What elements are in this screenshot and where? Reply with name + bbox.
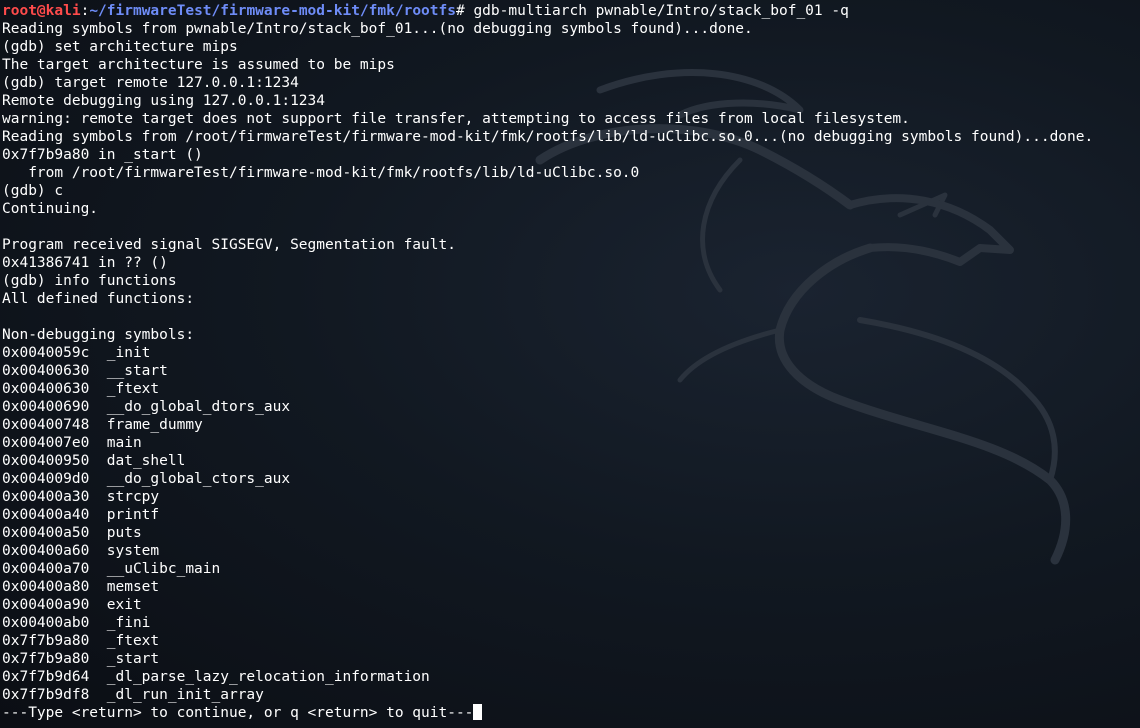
output-line: (gdb) target remote 127.0.0.1:1234 — [2, 75, 299, 91]
output-line: Remote debugging using 127.0.0.1:1234 — [2, 93, 326, 109]
text-cursor[interactable] — [473, 704, 483, 720]
prompt-line: root@kali:~/firmwareTest/firmware-mod-ki… — [2, 2, 1093, 20]
prompt-separator: : — [80, 3, 90, 19]
output-line: All defined functions: — [2, 291, 195, 307]
output-line: 0x0040059c _init — [2, 345, 151, 361]
output-line: 0x00400a60 system — [2, 543, 160, 559]
output-line: Program received signal SIGSEGV, Segment… — [2, 237, 456, 253]
output-line: 0x00400a80 memset — [2, 579, 160, 595]
output-line: 0x7f7b9df8 _dl_run_init_array — [2, 687, 264, 703]
output-line: 0x00400950 dat_shell — [2, 453, 186, 469]
prompt-path: ~/firmwareTest/firmware-mod-kit/fmk/root… — [89, 3, 456, 19]
prompt-symbol: # — [455, 3, 474, 19]
output-line: 0x00400630 _ftext — [2, 381, 160, 397]
output-line: Continuing. — [2, 201, 99, 217]
output-line: 0x7f7b9a80 in _start () — [2, 147, 203, 163]
terminal-window[interactable]: root@kali:~/firmwareTest/firmware-mod-ki… — [0, 0, 1140, 728]
output-line: 0x00400630 __start — [2, 363, 168, 379]
pager-line[interactable]: ---Type <return> to continue, or q <retu… — [2, 704, 1093, 722]
output-line: 0x004009d0 __do_global_ctors_aux — [2, 471, 291, 487]
output-line: The target architecture is assumed to be… — [2, 57, 395, 73]
output-line: 0x7f7b9a80 _ftext — [2, 633, 160, 649]
output-line: Non-debugging symbols: — [2, 327, 195, 343]
output-line: 0x00400a30 strcpy — [2, 489, 160, 505]
output-line: 0x00400a90 exit — [2, 597, 142, 613]
output-line: warning: remote target does not support … — [2, 111, 910, 127]
output-line: 0x004007e0 main — [2, 435, 142, 451]
output-line: 0x00400a50 puts — [2, 525, 142, 541]
output-line: 0x00400748 frame_dummy — [2, 417, 203, 433]
output-line: 0x00400ab0 _fini — [2, 615, 151, 631]
output-line: Reading symbols from /root/firmwareTest/… — [2, 129, 1094, 145]
output-line: 0x00400690 __do_global_dtors_aux — [2, 399, 291, 415]
output-line: 0x41386741 in ?? () — [2, 255, 168, 271]
prompt-user-host: root@kali — [2, 3, 81, 19]
output-line: from /root/firmwareTest/firmware-mod-kit… — [2, 165, 640, 181]
output-lines: Reading symbols from pwnable/Intro/stack… — [2, 20, 1093, 704]
output-line: 0x00400a40 printf — [2, 507, 160, 523]
terminal-output: root@kali:~/firmwareTest/firmware-mod-ki… — [2, 2, 1093, 722]
prompt-command: gdb-multiarch pwnable/Intro/stack_bof_01… — [473, 3, 849, 19]
output-line: 0x7f7b9d64 _dl_parse_lazy_relocation_inf… — [2, 669, 430, 685]
output-line: Reading symbols from pwnable/Intro/stack… — [2, 21, 753, 37]
output-line: (gdb) info functions — [2, 273, 177, 289]
pager-prompt: ---Type <return> to continue, or q <retu… — [2, 705, 474, 721]
output-line: (gdb) set architecture mips — [2, 39, 238, 55]
output-line: 0x00400a70 __uClibc_main — [2, 561, 221, 577]
output-line: 0x7f7b9a80 _start — [2, 651, 160, 667]
output-line: (gdb) c — [2, 183, 64, 199]
